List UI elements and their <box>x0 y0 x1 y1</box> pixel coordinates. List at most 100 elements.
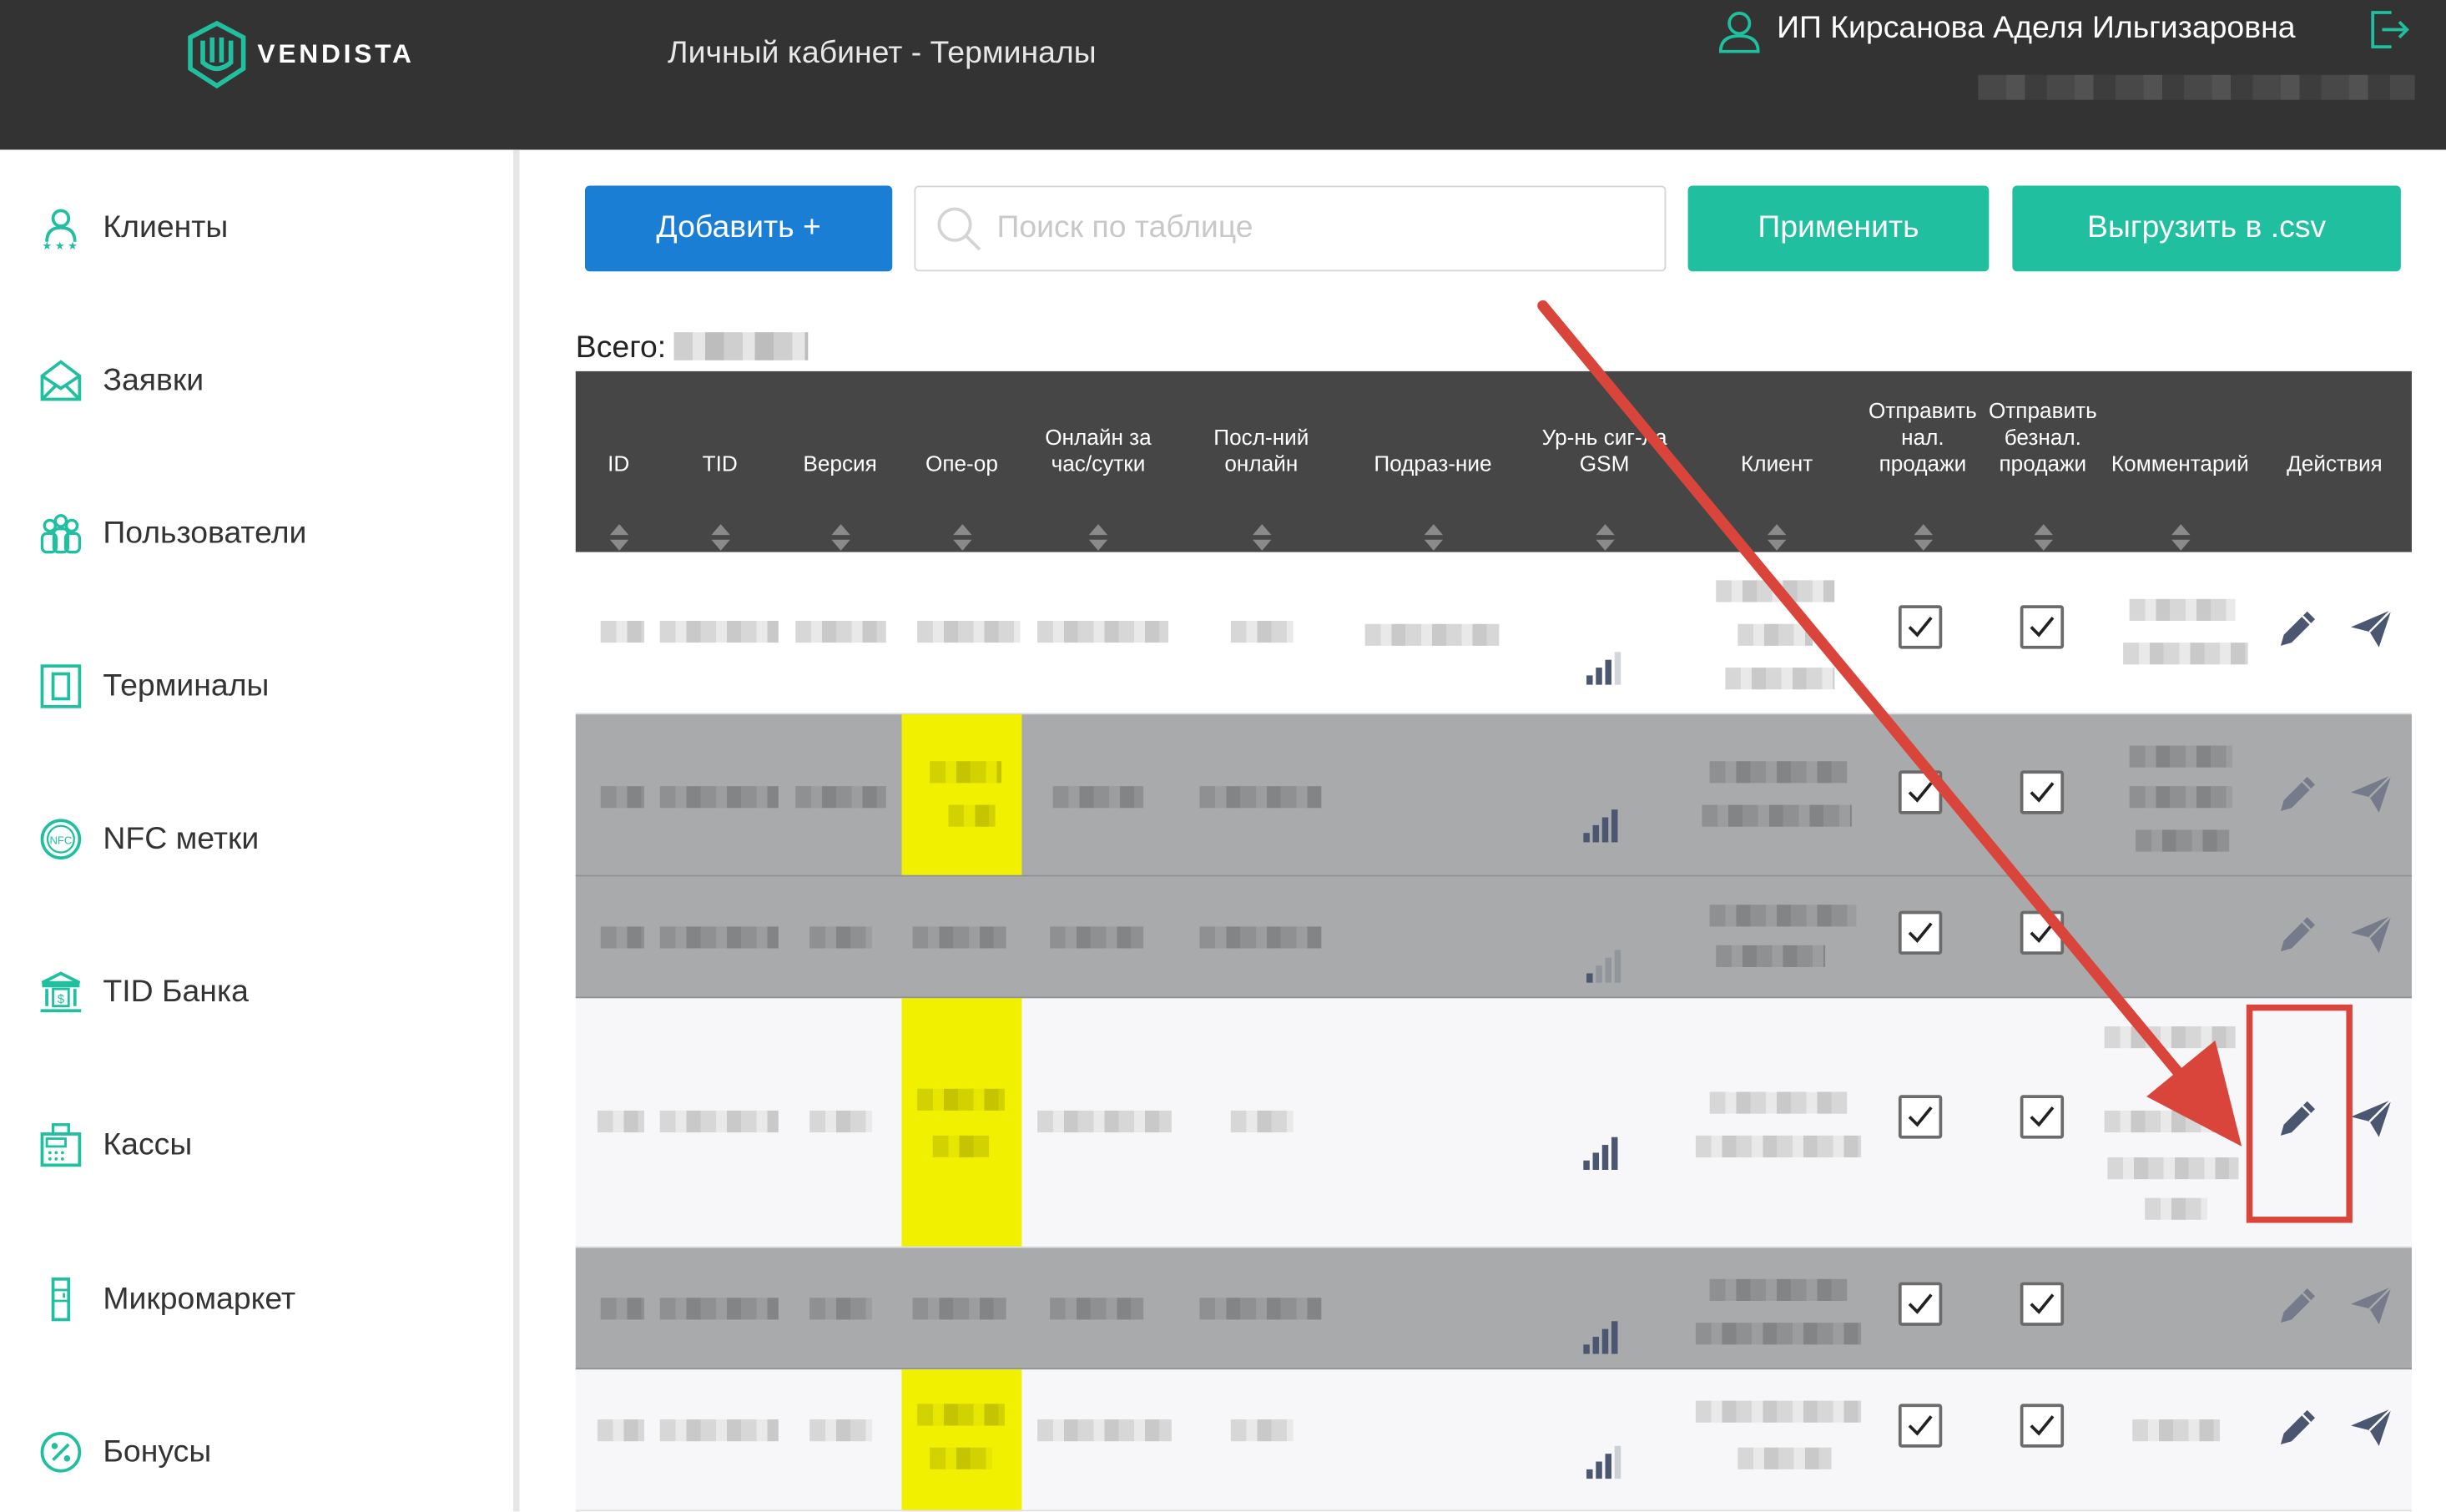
add-button[interactable]: Добавить + <box>584 185 893 272</box>
send-cash-checkbox[interactable] <box>1898 1282 1943 1326</box>
sidebar-item-micromarket[interactable]: Микромаркет <box>38 1273 295 1326</box>
edit-pencil-icon[interactable] <box>2274 770 2321 817</box>
sidebar-item-users[interactable]: Пользователи <box>38 507 307 561</box>
cell-comment-redacted <box>2123 643 2248 665</box>
send-paper-plane-icon[interactable] <box>2348 1095 2394 1142</box>
search-input[interactable] <box>996 210 1621 247</box>
cell-operator-redacted <box>912 926 1006 949</box>
sidebar-item-terminals[interactable]: Терминалы <box>38 660 270 713</box>
cell-online-redacted <box>1037 620 1169 643</box>
vendista-logo-icon <box>188 20 246 89</box>
column-header-comment[interactable]: Комментарий <box>2103 371 2257 552</box>
sidebar-item-bank-tid[interactable]: $ TID Банка <box>38 965 249 1019</box>
user-profile-icon[interactable] <box>1716 8 1763 54</box>
cell-client-redacted <box>1695 1400 1862 1423</box>
edit-pencil-icon[interactable] <box>2274 911 2321 958</box>
send-cashless-checkbox[interactable] <box>2020 1282 2065 1326</box>
sidebar-item-clients[interactable]: ★ ★ ★ Клиенты <box>38 201 228 255</box>
send-cashless-checkbox[interactable] <box>2020 910 2065 955</box>
column-header-online[interactable]: Онлайн за час/сутки <box>1021 371 1174 552</box>
send-paper-plane-icon[interactable] <box>2348 770 2394 817</box>
cell-last-online-redacted <box>1230 620 1294 643</box>
table-row[interactable] <box>575 714 2412 877</box>
edit-pencil-icon[interactable] <box>2274 1283 2321 1329</box>
cell-id-redacted <box>597 1419 645 1442</box>
column-header-label: Комментарий <box>2111 451 2249 476</box>
sidebar-item-requests[interactable]: Заявки <box>38 354 204 407</box>
apply-button[interactable]: Применить <box>1687 185 1990 272</box>
send-cashless-checkbox[interactable] <box>2020 1404 2065 1448</box>
operator-cell-highlight <box>901 1369 1022 1510</box>
cell-comment-redacted <box>2132 1419 2221 1442</box>
cell-operator-redacted <box>930 761 1002 784</box>
send-paper-plane-icon[interactable] <box>2348 1283 2394 1329</box>
send-cash-checkbox[interactable] <box>1898 1095 1943 1139</box>
table-row[interactable] <box>575 1247 2412 1370</box>
cell-online-redacted <box>1037 1110 1172 1133</box>
column-header-client[interactable]: Клиент <box>1691 371 1863 552</box>
column-header-version[interactable]: Версия <box>779 371 902 552</box>
table-row[interactable] <box>575 998 2412 1248</box>
sidebar-item-bonuses[interactable]: Бонусы <box>38 1426 211 1479</box>
column-header-label: Посл-ний онлайн <box>1213 424 1309 476</box>
brand-logo[interactable]: VENDISTA <box>181 18 415 90</box>
export-csv-button[interactable]: Выгрузить в .csv <box>2012 185 2401 272</box>
column-header-send-cashless[interactable]: Отправить безнал. продажи <box>1983 371 2103 552</box>
column-header-id[interactable]: ID <box>576 371 662 552</box>
table-header: ID TID Версия Опе-ор Онлайн за час/сутки… <box>575 370 2412 552</box>
column-header-label: TID <box>702 451 738 476</box>
column-header-last-online[interactable]: Посл-ний онлайн <box>1175 371 1348 552</box>
checkmark-icon <box>1908 782 1933 803</box>
send-cashless-checkbox[interactable] <box>2020 1095 2065 1139</box>
column-header-label: Отправить безнал. продажи <box>1988 397 2097 476</box>
column-header-gsm[interactable]: Ур-нь сиг-ла GSM <box>1518 371 1691 552</box>
table-row[interactable] <box>575 1369 2412 1512</box>
cell-comment-redacted <box>2145 1197 2208 1220</box>
sidebar-item-label: Бонусы <box>103 1434 212 1469</box>
cell-operator-redacted <box>930 1447 992 1469</box>
operator-cell-highlight <box>901 998 1022 1247</box>
gsm-signal-icon <box>1583 1136 1621 1170</box>
column-header-send-cash[interactable]: Отправить нал. продажи <box>1863 371 1983 552</box>
column-header-label: Онлайн за час/сутки <box>1045 424 1152 476</box>
send-cash-checkbox[interactable] <box>1898 1404 1943 1448</box>
checkmark-icon <box>2030 782 2055 803</box>
send-paper-plane-icon[interactable] <box>2348 605 2394 652</box>
total-count-redacted <box>673 332 809 360</box>
table-row[interactable] <box>575 876 2412 999</box>
search-box[interactable] <box>914 185 1667 272</box>
sidebar-item-label: TID Банка <box>103 974 249 1009</box>
send-cashless-checkbox[interactable] <box>2020 605 2065 649</box>
logout-icon[interactable] <box>2365 6 2412 53</box>
column-header-label: Версия <box>803 451 877 476</box>
send-paper-plane-icon[interactable] <box>2348 911 2394 958</box>
cell-last-online-redacted <box>1230 1419 1294 1442</box>
cell-last-online-redacted <box>1199 1298 1322 1320</box>
sidebar-item-label: Кассы <box>103 1126 193 1162</box>
sidebar-item-nfc[interactable]: NFC NFC метки <box>38 813 259 866</box>
gsm-signal-icon <box>1586 1444 1624 1479</box>
column-header-label: Подраз-ние <box>1374 451 1492 476</box>
checkmark-icon <box>2030 617 2055 638</box>
cell-tid-redacted <box>659 1298 779 1320</box>
cell-comment-redacted <box>2129 598 2236 621</box>
send-cash-checkbox[interactable] <box>1898 910 1943 955</box>
column-header-tid[interactable]: TID <box>662 371 779 552</box>
bank-icon: $ <box>40 971 82 1013</box>
send-cashless-checkbox[interactable] <box>2020 770 2065 814</box>
cell-comment-redacted <box>2129 745 2232 768</box>
cell-id-redacted <box>600 620 645 643</box>
edit-pencil-icon[interactable] <box>2274 1095 2321 1142</box>
checkmark-icon <box>1908 922 1933 943</box>
send-cash-checkbox[interactable] <box>1898 605 1943 649</box>
edit-pencil-icon[interactable] <box>2274 1404 2321 1450</box>
edit-pencil-icon[interactable] <box>2274 605 2321 652</box>
table-row[interactable] <box>575 552 2412 715</box>
user-name[interactable]: ИП Кирсанова Аделя Ильгизаровна <box>1777 11 2295 47</box>
send-cash-checkbox[interactable] <box>1898 770 1943 814</box>
sidebar-item-cash-registers[interactable]: Кассы <box>38 1118 192 1172</box>
cell-client-redacted <box>1709 1278 1848 1301</box>
column-header-division[interactable]: Подраз-ние <box>1348 371 1518 552</box>
send-paper-plane-icon[interactable] <box>2348 1404 2394 1450</box>
column-header-operator[interactable]: Опе-ор <box>901 371 1021 552</box>
